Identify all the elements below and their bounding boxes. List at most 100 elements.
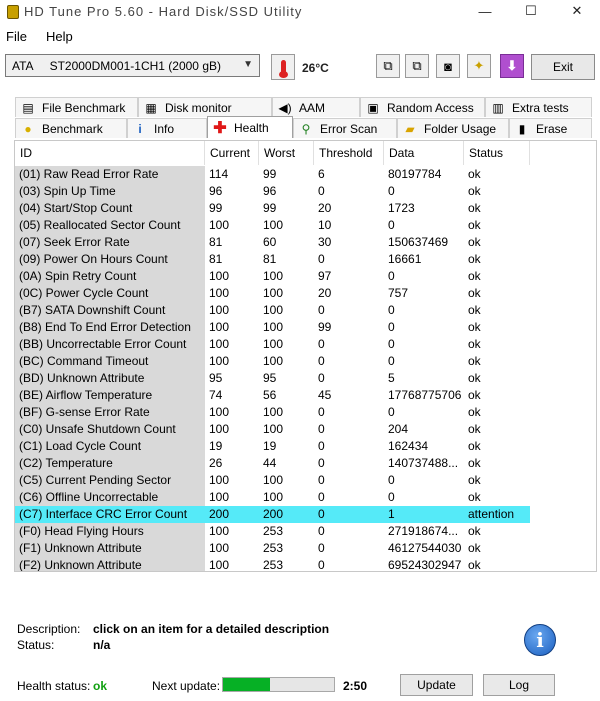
cell-threshold: 45 <box>318 388 332 402</box>
progress-fill <box>223 678 270 691</box>
cell-current: 100 <box>209 405 230 419</box>
menu-help[interactable]: Help <box>46 29 73 44</box>
cell-id: (BE) Airflow Temperature <box>15 387 205 404</box>
cell-data: 0 <box>388 218 395 232</box>
table-row[interactable]: (F2) Unknown Attribute 100 253 0 69524302947… <box>15 557 596 571</box>
table-row[interactable]: (BC) Command Timeout 100 100 0 0 ok <box>15 353 596 370</box>
table-row[interactable]: (B8) End To End Error Detection 100 100 99 0… <box>15 319 596 336</box>
table-row[interactable]: (F1) Unknown Attribute 100 253 0 46127544030… <box>15 540 596 557</box>
cell-current: 99 <box>209 201 223 215</box>
copy-all-button[interactable]: ⧉ <box>405 54 429 78</box>
cell-worst: 100 <box>263 269 284 283</box>
disk-monitor-icon: ▦ <box>145 100 157 115</box>
minimize-button[interactable]: — <box>462 0 508 22</box>
copy-info-button[interactable]: ⧉ <box>376 54 400 78</box>
cell-current: 100 <box>209 473 230 487</box>
table-row[interactable]: (F0) Head Flying Hours 100 253 0 271918674..… <box>15 523 596 540</box>
table-row[interactable]: (0A) Spin Retry Count 100 100 97 0 ok <box>15 268 596 285</box>
smart-table[interactable]: ID Current Worst Threshold Data Status (… <box>14 140 597 572</box>
cell-id: (F0) Head Flying Hours <box>15 523 205 540</box>
cell-status: ok <box>468 405 481 419</box>
cell-id: (C6) Offline Uncorrectable <box>15 489 205 506</box>
title-bar: HD Tune Pro 5.60 - Hard Disk/SSD Utility… <box>0 0 600 24</box>
cell-worst: 100 <box>263 354 284 368</box>
table-row[interactable]: (C5) Current Pending Sector 100 100 0 0 ok <box>15 472 596 489</box>
log-button[interactable]: Log <box>483 674 555 696</box>
tab-random-access[interactable]: ▣ Random Access <box>360 97 485 117</box>
status-value: n/a <box>93 638 111 652</box>
table-row[interactable]: (C2) Temperature 26 44 0 140737488... ok <box>15 455 596 472</box>
health-cross-icon: ✚ <box>213 119 227 137</box>
table-row[interactable]: (C7) Interface CRC Error Count 200 200 0 1 at… <box>15 506 596 523</box>
column-header-threshold[interactable]: Threshold <box>314 141 384 165</box>
tab-aam[interactable]: ◀) AAM <box>272 97 360 117</box>
info-button[interactable]: i <box>524 624 556 656</box>
tab-extra-tests[interactable]: ▥ Extra tests <box>485 97 592 117</box>
table-row[interactable]: (01) Raw Read Error Rate 114 99 6 80197784 ok <box>15 166 596 183</box>
cell-id: (C0) Unsafe Shutdown Count <box>15 421 205 438</box>
cell-threshold: 0 <box>318 541 325 555</box>
table-row[interactable]: (C0) Unsafe Shutdown Count 100 100 0 204 ok <box>15 421 596 438</box>
cell-current: 100 <box>209 541 230 555</box>
cell-data: 0 <box>388 354 395 368</box>
column-header-worst[interactable]: Worst <box>259 141 314 165</box>
exit-button[interactable]: Exit <box>531 54 595 80</box>
table-row[interactable]: (05) Reallocated Sector Count 100 100 10 0 ok <box>15 217 596 234</box>
cell-id: (09) Power On Hours Count <box>15 251 205 268</box>
menu-file[interactable]: File <box>6 29 27 44</box>
cell-worst: 100 <box>263 218 284 232</box>
save-button[interactable]: ⬇ <box>500 54 524 78</box>
tab-health[interactable]: ✚ Health <box>207 116 293 138</box>
cell-status: ok <box>468 235 481 249</box>
app-icon <box>7 5 19 19</box>
cell-id: (C1) Load Cycle Count <box>15 438 205 455</box>
cell-threshold: 0 <box>318 456 325 470</box>
cell-status: ok <box>468 303 481 317</box>
table-row[interactable]: (C1) Load Cycle Count 19 19 0 162434 ok <box>15 438 596 455</box>
table-row[interactable]: (0C) Power Cycle Count 100 100 20 757 ok <box>15 285 596 302</box>
table-row[interactable]: (03) Spin Up Time 96 96 0 0 ok <box>15 183 596 200</box>
cell-data: 0 <box>388 320 395 334</box>
cell-status: ok <box>468 422 481 436</box>
tab-disk-monitor[interactable]: ▦ Disk monitor <box>138 97 272 117</box>
table-row[interactable]: (BE) Airflow Temperature 74 56 45 1776877570… <box>15 387 596 404</box>
cell-id: (B8) End To End Error Detection <box>15 319 205 336</box>
table-row[interactable]: (BB) Uncorrectable Error Count 100 100 0 0 ok <box>15 336 596 353</box>
tab-benchmark[interactable]: ● Benchmark <box>15 118 127 138</box>
table-row[interactable]: (BD) Unknown Attribute 95 95 0 5 ok <box>15 370 596 387</box>
column-header-data[interactable]: Data <box>384 141 464 165</box>
table-row[interactable]: (C6) Offline Uncorrectable 100 100 0 0 ok <box>15 489 596 506</box>
cell-status: ok <box>468 320 481 334</box>
column-header-status[interactable]: Status <box>464 141 530 165</box>
table-row[interactable]: (09) Power On Hours Count 81 81 0 16661 ok <box>15 251 596 268</box>
close-button[interactable]: ✕ <box>554 0 600 22</box>
cell-threshold: 0 <box>318 252 325 266</box>
table-row[interactable]: (04) Start/Stop Count 99 99 20 1723 ok <box>15 200 596 217</box>
cell-worst: 95 <box>263 371 277 385</box>
tab-erase[interactable]: ▮ Erase <box>509 118 592 138</box>
random-access-icon: ▣ <box>367 100 379 115</box>
tab-folder-usage[interactable]: ▰ Folder Usage <box>397 118 509 138</box>
column-header-current[interactable]: Current <box>205 141 259 165</box>
cell-id: (F2) Unknown Attribute <box>15 557 205 571</box>
cell-threshold: 0 <box>318 303 325 317</box>
tab-file-benchmark[interactable]: ▤ File Benchmark <box>15 97 138 117</box>
drive-select[interactable]: ATA ST2000DM001-1CH1 (2000 gB) ▼ <box>5 54 260 77</box>
column-header-id[interactable]: ID <box>15 141 205 165</box>
options-button[interactable]: ✦ <box>467 54 491 78</box>
cell-data: 0 <box>388 303 395 317</box>
cell-id: (03) Spin Up Time <box>15 183 205 200</box>
tab-error-scan[interactable]: ⚲ Error Scan <box>293 118 397 138</box>
chevron-down-icon: ▼ <box>243 59 253 70</box>
cell-data: 17768775706 <box>388 388 462 402</box>
cell-threshold: 30 <box>318 235 332 249</box>
maximize-button[interactable]: ☐ <box>508 0 554 22</box>
table-row[interactable]: (07) Seek Error Rate 81 60 30 150637469 ok <box>15 234 596 251</box>
tab-info[interactable]: i Info <box>127 118 207 138</box>
update-button[interactable]: Update <box>400 674 473 696</box>
table-row[interactable]: (BF) G-sense Error Rate 100 100 0 0 ok <box>15 404 596 421</box>
screenshot-button[interactable]: ◙ <box>436 54 460 78</box>
cell-worst: 96 <box>263 184 277 198</box>
table-row[interactable]: (B7) SATA Downshift Count 100 100 0 0 ok <box>15 302 596 319</box>
magnifier-icon: ⚲ <box>301 121 311 136</box>
